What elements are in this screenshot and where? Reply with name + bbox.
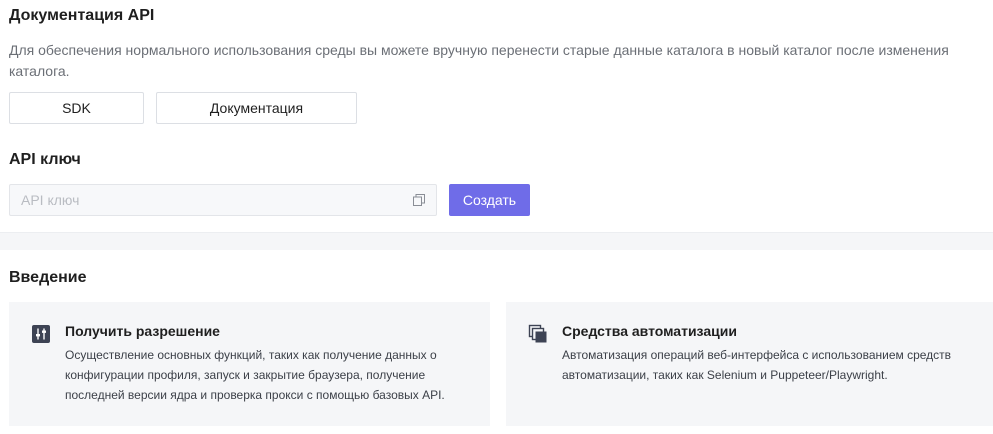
- section-divider: [0, 232, 993, 250]
- api-key-field: [9, 184, 437, 216]
- copy-icon[interactable]: [413, 194, 425, 206]
- card-title: Средства автоматизации: [562, 323, 737, 339]
- documentation-title: Документация API: [9, 7, 155, 24]
- windows-stack-icon: [528, 324, 547, 343]
- intro-card-automation[interactable]: Средства автоматизации Автоматизация опе…: [506, 302, 993, 426]
- api-documentation-section: Документация API Для обеспечения нормаль…: [0, 0, 993, 232]
- sliders-icon: [32, 325, 50, 343]
- card-description: Автоматизация операций веб-интерфейса с …: [562, 348, 952, 382]
- card-description: Осуществление основных функций, таких ка…: [65, 348, 445, 402]
- intro-card-permission[interactable]: Получить разрешение Осуществление основн…: [9, 302, 490, 426]
- sdk-button[interactable]: SDK: [9, 92, 144, 124]
- api-key-input[interactable]: [10, 185, 400, 215]
- create-api-key-button[interactable]: Создать: [449, 184, 530, 216]
- documentation-button[interactable]: Документация: [156, 92, 357, 124]
- card-title: Получить разрешение: [65, 323, 220, 339]
- documentation-description: Для обеспечения нормального использовани…: [9, 42, 949, 79]
- intro-title: Введение: [9, 269, 87, 286]
- api-key-title: API ключ: [9, 151, 81, 168]
